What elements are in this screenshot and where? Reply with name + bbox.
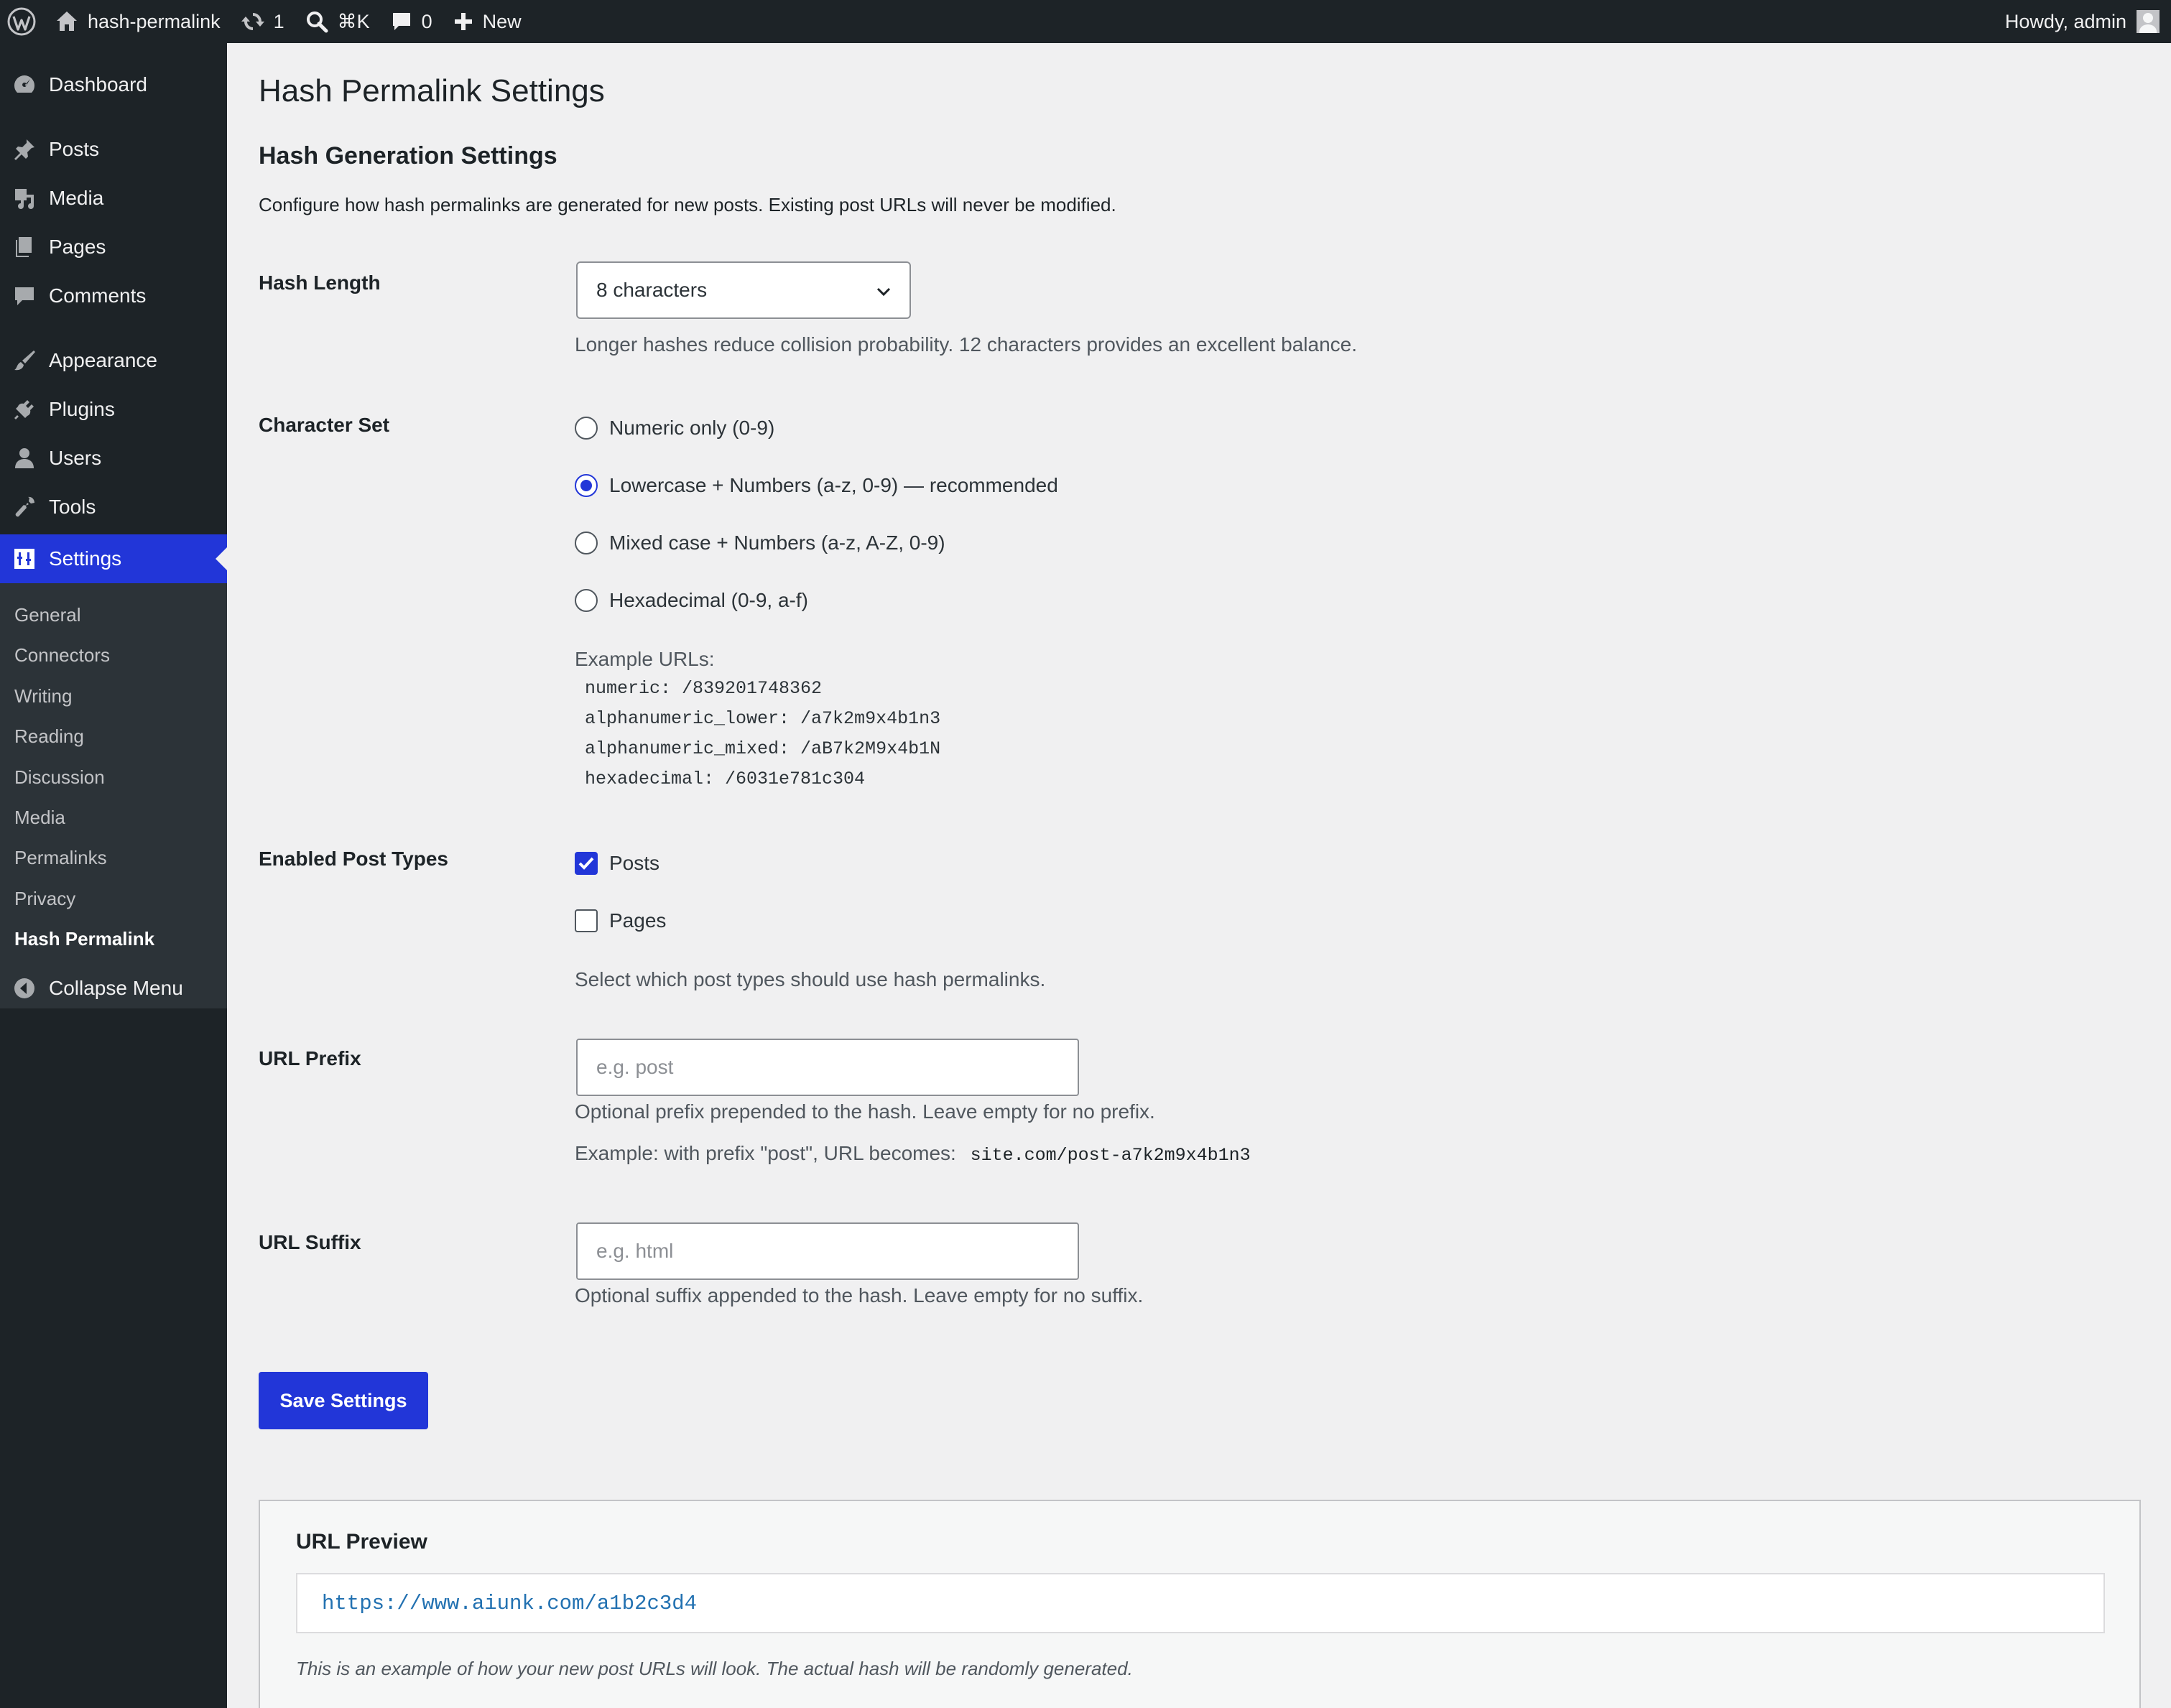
checkbox[interactable] [575, 852, 598, 875]
wordpress-logo-icon [7, 7, 36, 36]
hash-length-help: Longer hashes reduce collision probabili… [575, 333, 1358, 356]
admin-bar: hash-permalink 1 ⌘K 0 New Howdy, admin [0, 0, 2171, 43]
submenu-item-permalinks[interactable]: Permalinks [14, 843, 107, 872]
comment-icon [392, 13, 410, 30]
comments-count: 0 [421, 10, 432, 32]
submenu-item-writing[interactable]: Writing [14, 682, 72, 710]
radio-button[interactable] [575, 589, 598, 612]
updates-count: 1 [273, 10, 284, 32]
example-url-mixed: alphanumeric_mixed: /aB7k2M9x4b1N [585, 738, 941, 759]
settings-icon [14, 549, 34, 569]
updates-link[interactable]: 1 [231, 0, 295, 43]
updates-icon [241, 13, 264, 30]
site-name-link[interactable]: hash-permalink [45, 0, 231, 43]
section-description: Configure how hash permalinks are genera… [259, 194, 1116, 215]
search-icon [306, 11, 328, 33]
section-title: Hash Generation Settings [259, 142, 557, 170]
url-suffix-input[interactable] [576, 1222, 1079, 1280]
collapse-icon [14, 978, 34, 998]
sidebar-item-appearance[interactable]: Appearance [0, 336, 227, 385]
new-label: New [482, 10, 522, 32]
brush-icon [14, 351, 35, 371]
pin-icon [14, 139, 34, 160]
sidebar-item-media[interactable]: Media [0, 174, 227, 223]
sidebar-item-comments[interactable]: Comments [0, 271, 227, 320]
chevron-down-icon [876, 287, 891, 297]
example-urls-label: Example URLs: [575, 648, 715, 670]
radio-button[interactable] [575, 474, 598, 497]
hash-length-selected: 8 characters [596, 279, 708, 301]
sidebar-item-dashboard[interactable]: Dashboard [0, 60, 227, 109]
plus-icon [454, 13, 472, 30]
submenu-item-privacy[interactable]: Privacy [14, 884, 75, 913]
url-suffix-label: URL Suffix [259, 1231, 361, 1253]
charset-option-mixed[interactable]: Mixed case + Numbers (a-z, A-Z, 0-9) [575, 532, 945, 554]
example-url-numeric: numeric: /839201748362 [585, 678, 823, 699]
user-icon [15, 448, 34, 468]
character-set-label: Character Set [259, 414, 390, 436]
submenu-item-hash-permalink[interactable]: Hash Permalink [14, 924, 154, 953]
media-icon [15, 189, 34, 209]
page-title: Hash Permalink Settings [259, 73, 605, 108]
dashboard-icon [14, 75, 35, 93]
my-account-link[interactable]: Howdy, admin [2005, 10, 2171, 33]
submenu-item-media[interactable]: Media [14, 803, 65, 832]
url-preview-title: URL Preview [296, 1530, 427, 1554]
submenu-item-reading[interactable]: Reading [14, 722, 84, 751]
url-prefix-example: Example: with prefix "post", URL becomes… [575, 1142, 1251, 1166]
charset-option-numeric[interactable]: Numeric only (0-9) [575, 417, 774, 440]
radio-button[interactable] [575, 532, 598, 554]
hash-length-label: Hash Length [259, 271, 381, 294]
plugin-icon [14, 400, 34, 419]
post-type-pages[interactable]: Pages [575, 909, 666, 932]
url-prefix-example-url: site.com/post-a7k2m9x4b1n3 [970, 1145, 1251, 1166]
home-icon [57, 11, 77, 31]
search-shortcut: ⌘K [337, 10, 370, 32]
url-prefix-label: URL Prefix [259, 1047, 361, 1069]
sidebar-item-tools[interactable]: Tools [0, 483, 227, 532]
checkbox[interactable] [575, 909, 598, 932]
example-url-lower: alphanumeric_lower: /a7k2m9x4b1n3 [585, 708, 941, 729]
url-preview-card: URL Preview https://www.aiunk.com/a1b2c3… [259, 1500, 2141, 1708]
site-name: hash-permalink [88, 10, 221, 32]
url-preview-note: This is an example of how your new post … [296, 1658, 1133, 1679]
submenu-item-discussion[interactable]: Discussion [14, 763, 105, 792]
hash-length-select[interactable]: 8 characters [576, 261, 911, 319]
admin-sidebar: Dashboard Posts Media Pages Comments App… [0, 43, 227, 1708]
url-prefix-input[interactable] [576, 1039, 1079, 1096]
save-settings-button[interactable]: Save Settings [259, 1372, 428, 1429]
post-types-label: Enabled Post Types [259, 848, 448, 870]
comment-icon [15, 287, 34, 305]
avatar [2137, 10, 2160, 33]
command-palette-button[interactable]: ⌘K [295, 0, 380, 43]
settings-submenu: General Connectors Writing Reading Discu… [0, 583, 227, 1008]
post-type-posts[interactable]: Posts [575, 852, 659, 875]
greeting: Howdy, admin [2004, 10, 2126, 32]
submenu-item-general[interactable]: General [14, 600, 81, 629]
submenu-item-connectors[interactable]: Connectors [14, 641, 110, 669]
charset-option-hex[interactable]: Hexadecimal (0-9, a-f) [575, 589, 808, 612]
checkmark-icon [578, 857, 594, 870]
post-types-help: Select which post types should use hash … [575, 968, 1046, 990]
sidebar-item-pages[interactable]: Pages [0, 223, 227, 271]
wordpress-logo-button[interactable] [0, 0, 45, 43]
main-content: Hash Permalink Settings Hash Generation … [227, 43, 2171, 1708]
new-content-link[interactable]: New [443, 0, 532, 43]
pages-icon [16, 237, 32, 257]
url-prefix-help: Optional prefix prepended to the hash. L… [575, 1100, 1155, 1123]
charset-option-lowercase[interactable]: Lowercase + Numbers (a-z, 0-9) — recomme… [575, 474, 1058, 497]
sidebar-item-settings[interactable]: Settings [0, 534, 227, 583]
wrench-icon [15, 496, 34, 517]
url-suffix-help: Optional suffix appended to the hash. Le… [575, 1284, 1144, 1306]
collapse-menu-button[interactable]: Collapse Menu [0, 964, 227, 1013]
url-preview-box: https://www.aiunk.com/a1b2c3d4 [296, 1573, 2105, 1633]
comments-link[interactable]: 0 [380, 0, 443, 43]
sidebar-item-users[interactable]: Users [0, 434, 227, 483]
sidebar-item-plugins[interactable]: Plugins [0, 385, 227, 434]
sidebar-item-posts[interactable]: Posts [0, 125, 227, 174]
url-preview-url: https://www.aiunk.com/a1b2c3d4 [322, 1591, 698, 1615]
radio-button[interactable] [575, 417, 598, 440]
example-url-hex: hexadecimal: /6031e781c304 [585, 769, 866, 789]
